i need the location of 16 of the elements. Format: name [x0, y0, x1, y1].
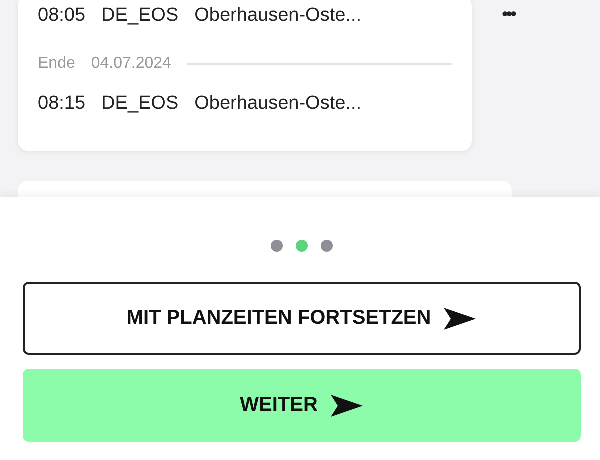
more-menu[interactable]: •••	[502, 4, 515, 25]
stop-time: 08:15	[38, 93, 86, 115]
end-label: Ende	[38, 55, 76, 73]
stop-place: Oberhausen-Oste...	[194, 93, 362, 115]
send-icon	[330, 394, 364, 418]
stop-time: 08:05	[38, 5, 86, 27]
continue-button[interactable]: MIT PLANZEITEN FORTSETZEN	[23, 282, 581, 355]
next-button[interactable]: WEITER	[23, 369, 581, 442]
pager-dot[interactable]	[321, 240, 333, 252]
pager-dot[interactable]	[271, 240, 283, 252]
end-date: 04.07.2024	[91, 55, 172, 73]
stop-place: Oberhausen-Oste...	[194, 5, 362, 27]
stop-code: DE_EOS	[102, 93, 179, 115]
send-icon	[443, 306, 478, 330]
pager-dot[interactable]	[296, 240, 308, 252]
stop-code: DE_EOS	[102, 5, 179, 27]
